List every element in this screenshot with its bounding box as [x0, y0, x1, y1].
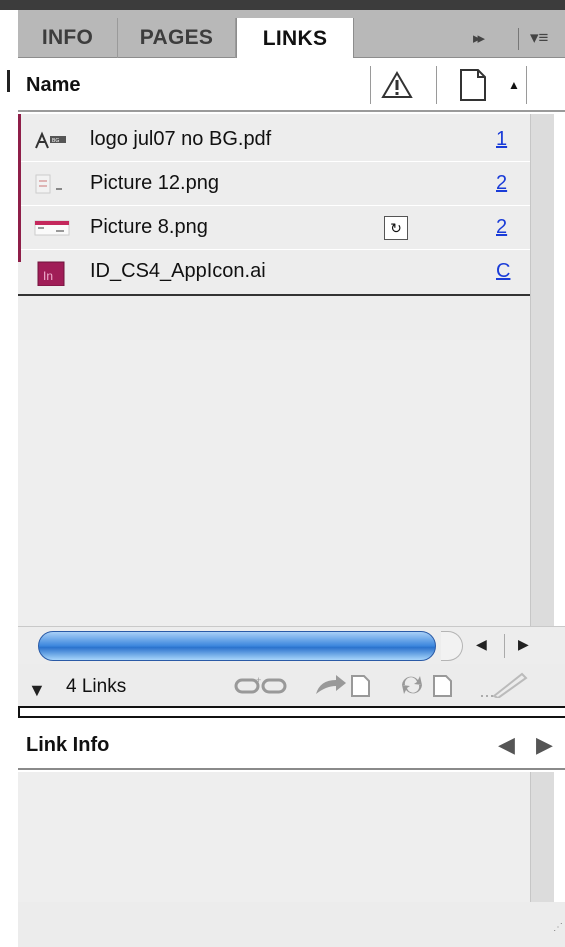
png-thumbnail-icon	[35, 174, 62, 194]
edit-original-icon[interactable]	[478, 672, 528, 698]
scroll-track-end	[441, 631, 463, 661]
tab-links[interactable]: LINKS	[236, 18, 354, 59]
svg-text:BG: BG	[52, 138, 59, 144]
links-count: 4 Links	[66, 676, 127, 697]
next-link-icon[interactable]: ▶	[536, 732, 553, 758]
update-link-icon[interactable]	[394, 672, 458, 698]
column-divider	[370, 66, 371, 104]
links-list: BG logo jul07 no BG.pdf 1 Picture 12.png…	[18, 114, 530, 626]
list-end-divider	[18, 294, 530, 296]
warning-column-icon[interactable]	[381, 70, 413, 100]
scroll-thumb[interactable]	[38, 631, 436, 661]
panel-footer: ⋰	[18, 902, 565, 947]
link-info-title[interactable]: Link Info	[26, 734, 109, 757]
list-vertical-scrollbar[interactable]	[530, 114, 554, 626]
link-name: logo jul07 no BG.pdf	[90, 128, 272, 150]
tab-bar: INFO PAGES LINKS ▸▸ ▾≡	[18, 10, 565, 59]
panel-edge-mark	[7, 70, 10, 92]
links-column-header: Name ▲	[18, 58, 565, 112]
tab-info[interactable]: INFO	[18, 18, 118, 58]
scroll-left-icon[interactable]: ◀	[476, 636, 487, 653]
panel-expand-icon[interactable]: ▸▸	[473, 18, 485, 58]
disclosure-triangle-icon[interactable]: ▼	[28, 680, 46, 701]
scroll-arrow-divider	[504, 634, 505, 658]
link-info-header: Link Info ◀ ▶	[18, 718, 565, 770]
pdf-logo-thumbnail-icon: BG	[35, 131, 66, 149]
link-page-number[interactable]: 2	[496, 216, 507, 239]
panel-left-edge	[0, 10, 18, 947]
column-divider	[436, 66, 437, 104]
sort-ascending-icon[interactable]: ▲	[508, 78, 520, 92]
scroll-right-icon[interactable]: ▶	[518, 636, 529, 653]
link-info-body	[18, 772, 530, 902]
link-row[interactable]: In ID_CS4_AppIcon.ai C	[18, 250, 530, 294]
panel-menu-icon[interactable]: ▾≡	[530, 18, 548, 58]
link-page-number[interactable]: 2	[496, 172, 507, 195]
png-thumbnail-red-icon	[34, 220, 70, 236]
selection-accent-bar	[18, 114, 21, 262]
page-column-icon[interactable]	[458, 68, 488, 102]
tab-controls-divider	[518, 28, 519, 50]
modified-link-icon[interactable]: ↻	[384, 216, 408, 240]
column-divider	[526, 66, 527, 104]
indesign-app-icon: In	[37, 261, 65, 286]
link-page-number[interactable]: C	[496, 260, 510, 283]
go-to-link-icon[interactable]	[314, 672, 374, 698]
link-page-number[interactable]: 1	[496, 128, 507, 151]
previous-link-icon[interactable]: ◀	[498, 732, 515, 758]
link-name: Picture 12.png	[90, 172, 219, 194]
list-horizontal-scrollbar[interactable]: ◀ ▶	[18, 626, 565, 664]
link-row[interactable]: Picture 8.png ↻ 2	[18, 206, 530, 250]
resize-grip-icon[interactable]: ⋰	[553, 922, 563, 933]
link-name: ID_CS4_AppIcon.ai	[90, 260, 266, 282]
link-info-scrollbar[interactable]	[530, 772, 554, 902]
link-name: Picture 8.png	[90, 216, 208, 238]
name-column-header[interactable]: Name	[26, 74, 80, 97]
link-row[interactable]: Picture 12.png 2	[18, 162, 530, 206]
relink-icon[interactable]: +	[233, 672, 295, 698]
svg-text:In: In	[43, 269, 53, 283]
svg-text:+: +	[256, 675, 261, 685]
panel-divider	[18, 706, 565, 718]
tab-pages[interactable]: PAGES	[118, 18, 236, 58]
link-row[interactable]: BG logo jul07 no BG.pdf 1	[18, 118, 530, 162]
links-status-bar: ▼ 4 Links +	[18, 664, 565, 706]
panel-top-strip	[0, 0, 565, 10]
